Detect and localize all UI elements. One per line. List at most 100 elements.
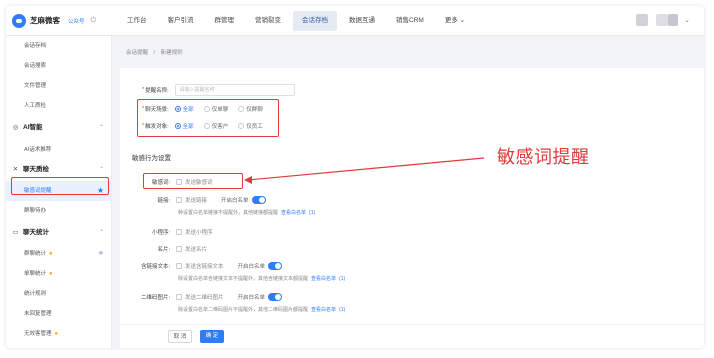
brand: 芝麻微客 公众号 ⏻ xyxy=(6,13,118,28)
checkbox-label: 发送二维码图片 xyxy=(185,295,224,301)
link-whitelist-toggle[interactable]: 开启白名单 xyxy=(221,196,266,204)
text-link-checkbox[interactable]: 发送含链接文本 xyxy=(176,262,224,270)
sidebar-item-chat-search[interactable]: 会话搜索 xyxy=(6,56,112,76)
star-icon[interactable]: ★ xyxy=(98,244,104,264)
breadcrumb-current: 新建规则 xyxy=(160,50,183,56)
sidebar-group-label: 聊天统计 xyxy=(23,229,49,236)
breadcrumb: 会话提醒 / 新建规则 xyxy=(126,48,187,56)
card-label: 名片: xyxy=(157,247,170,253)
toggle-label: 开启白名单 xyxy=(237,295,266,301)
cancel-button[interactable]: 取 消 xyxy=(168,330,192,343)
view-whitelist-link[interactable]: 查看白名单 xyxy=(311,307,336,313)
confirm-button[interactable]: 确 定 xyxy=(200,330,224,343)
qr-label: 二维码图片: xyxy=(140,295,170,301)
power-icon[interactable]: ⏻ xyxy=(91,17,97,25)
app-window: 芝麻微客 公众号 ⏻ 工作台 客户引流 群管理 营销裂变 会话存档 数据互通 销… xyxy=(6,6,704,348)
rule-name-label: 提醒名称: xyxy=(145,88,169,94)
chevron-up-icon: ⌃ xyxy=(98,230,104,236)
sidebar-item-file-manage[interactable]: 文件管理 xyxy=(6,76,112,96)
tab-workbench[interactable]: 工作台 xyxy=(118,11,156,31)
hint-text: 种设置白名单链接不提醒外，其他链接都提醒 xyxy=(178,210,279,216)
breadcrumb-parent[interactable]: 会话提醒 xyxy=(126,50,148,56)
scene-highlight-box xyxy=(137,99,279,137)
sidebar-group-chat-stats[interactable]: ▭ 聊天统计 ⌃ xyxy=(6,223,112,243)
tab-acquisition[interactable]: 客户引流 xyxy=(159,11,203,31)
tab-groups[interactable]: 群管理 xyxy=(206,11,244,31)
text-link-whitelist-toggle[interactable]: 开启白名单 xyxy=(238,262,283,270)
whitelist-count: (1) xyxy=(339,276,346,282)
chevron-up-icon: ⌃ xyxy=(98,125,104,131)
link-checkbox[interactable]: 发送链接 xyxy=(176,196,207,204)
top-nav: 芝麻微客 公众号 ⏻ 工作台 客户引流 群管理 营销裂变 会话存档 数据互通 销… xyxy=(6,6,704,36)
checkbox-box xyxy=(176,229,182,235)
sidebar-highlight-box xyxy=(11,177,109,195)
sidebar-item-group-todo[interactable]: 群聊待办 xyxy=(6,201,112,221)
required-mark: * xyxy=(142,87,145,93)
tab-marketing[interactable]: 营销裂变 xyxy=(246,11,290,31)
checkbox-box xyxy=(176,294,182,300)
brand-tag[interactable]: 公众号 xyxy=(68,17,85,25)
toggle-switch[interactable] xyxy=(251,196,266,204)
user-extra xyxy=(668,14,679,26)
checkbox-label: 发送链接 xyxy=(185,198,208,204)
checkbox-label: 发送名片 xyxy=(185,247,208,253)
hot-icon: ● xyxy=(49,251,53,257)
toggle-label: 开启白名单 xyxy=(237,264,266,270)
sidebar-item-group-stats[interactable]: 群聊统计 ● ★ xyxy=(6,244,112,264)
qr-checkbox[interactable]: 发送二维码图片 xyxy=(176,293,224,301)
miniapp-checkbox[interactable]: 发送小程序 xyxy=(176,228,213,236)
sidebar-item-label: 单聊统计 xyxy=(24,271,47,277)
section-title: 敏感行为设置 xyxy=(132,155,171,162)
card-row: 名片: 发送名片 xyxy=(140,245,207,253)
tab-more[interactable]: 更多 ⌄ xyxy=(436,11,474,31)
sidebar-group-label: AI智能 xyxy=(23,124,43,131)
link-label: 链接: xyxy=(157,198,170,204)
rule-name-input[interactable]: 请输入提醒名称 xyxy=(174,84,295,96)
sidebar-item-manual-qc[interactable]: 人工质检 xyxy=(6,96,112,116)
tab-crm[interactable]: 销售CRM xyxy=(387,11,433,31)
brand-name: 芝麻微客 xyxy=(30,16,60,25)
sidebar-item-chat-archive[interactable]: 会话存档 xyxy=(6,36,112,56)
sidebar-item-single-stats[interactable]: 单聊统计 ● xyxy=(6,264,112,284)
user-name xyxy=(656,14,669,26)
link-hint: 种设置白名单链接不提醒外，其他链接都提醒 查看白名单 (1) xyxy=(178,209,315,216)
sensitive-word-highlight-box xyxy=(143,173,243,189)
view-whitelist-link[interactable]: 查看白名单 xyxy=(281,210,306,216)
miniapp-row: 小程序: 发送小程序 xyxy=(140,228,213,236)
qr-whitelist-toggle[interactable]: 开启白名单 xyxy=(238,293,283,301)
sidebar-item-unreplied[interactable]: 未回复管理 xyxy=(6,304,112,324)
text-link-row: 含链接文本: 发送含链接文本 开启白名单 xyxy=(130,262,283,270)
whitelist-count: (1) xyxy=(309,210,316,216)
toggle-label: 开启白名单 xyxy=(221,198,249,204)
breadcrumb-separator: / xyxy=(153,50,156,56)
hot-icon: ● xyxy=(49,271,53,277)
text-link-hint: 除设置白名单含链接文本不提醒外，其他含链接文本都提醒 查看白名单 (1) xyxy=(178,275,345,282)
sidebar-item-label: 无效客管理 xyxy=(24,331,52,337)
robot-icon: ◎ xyxy=(12,124,19,131)
view-whitelist-link[interactable]: 查看白名单 xyxy=(311,276,336,282)
hint-text: 除设置白名单含链接文本不提醒外，其他含链接文本都提醒 xyxy=(178,276,309,282)
user-area[interactable]: ⌄ xyxy=(636,14,690,26)
tab-more-label: 更多 xyxy=(444,16,458,24)
toggle-switch[interactable] xyxy=(268,293,283,301)
miniapp-label: 小程序: xyxy=(151,230,170,236)
tab-chat-archive[interactable]: 会话存档 xyxy=(293,10,337,31)
qr-row: 二维码图片: 发送二维码图片 开启白名单 xyxy=(130,293,283,301)
chat-icon: ▭ xyxy=(12,229,19,236)
toggle-switch[interactable] xyxy=(268,262,283,270)
sidebar-group-ai[interactable]: ◎ AI智能 ⌃ xyxy=(6,118,112,138)
sidebar-item-ai-script[interactable]: AI话术推荐 xyxy=(6,140,112,160)
checkbox-label: 发送小程序 xyxy=(185,230,213,236)
hot-icon: ● xyxy=(54,331,59,337)
chevron-down-icon: ⌄ xyxy=(459,16,466,24)
app-logo-icon xyxy=(12,13,26,28)
sidebar-item-label: 群聊统计 xyxy=(24,251,47,257)
chevron-down-icon: ⌄ xyxy=(684,17,690,24)
tab-data-sync[interactable]: 数据互通 xyxy=(340,11,384,31)
sidebar-item-invalid-customers[interactable]: 无效客管理 ● xyxy=(6,324,112,344)
annotation-label: 敏感词提醒 xyxy=(497,147,590,168)
checkbox-box xyxy=(176,263,182,269)
whitelist-count: (1) xyxy=(339,307,346,313)
sidebar-item-stat-rules[interactable]: 统计规则 xyxy=(6,284,112,304)
card-checkbox[interactable]: 发送名片 xyxy=(176,245,207,253)
